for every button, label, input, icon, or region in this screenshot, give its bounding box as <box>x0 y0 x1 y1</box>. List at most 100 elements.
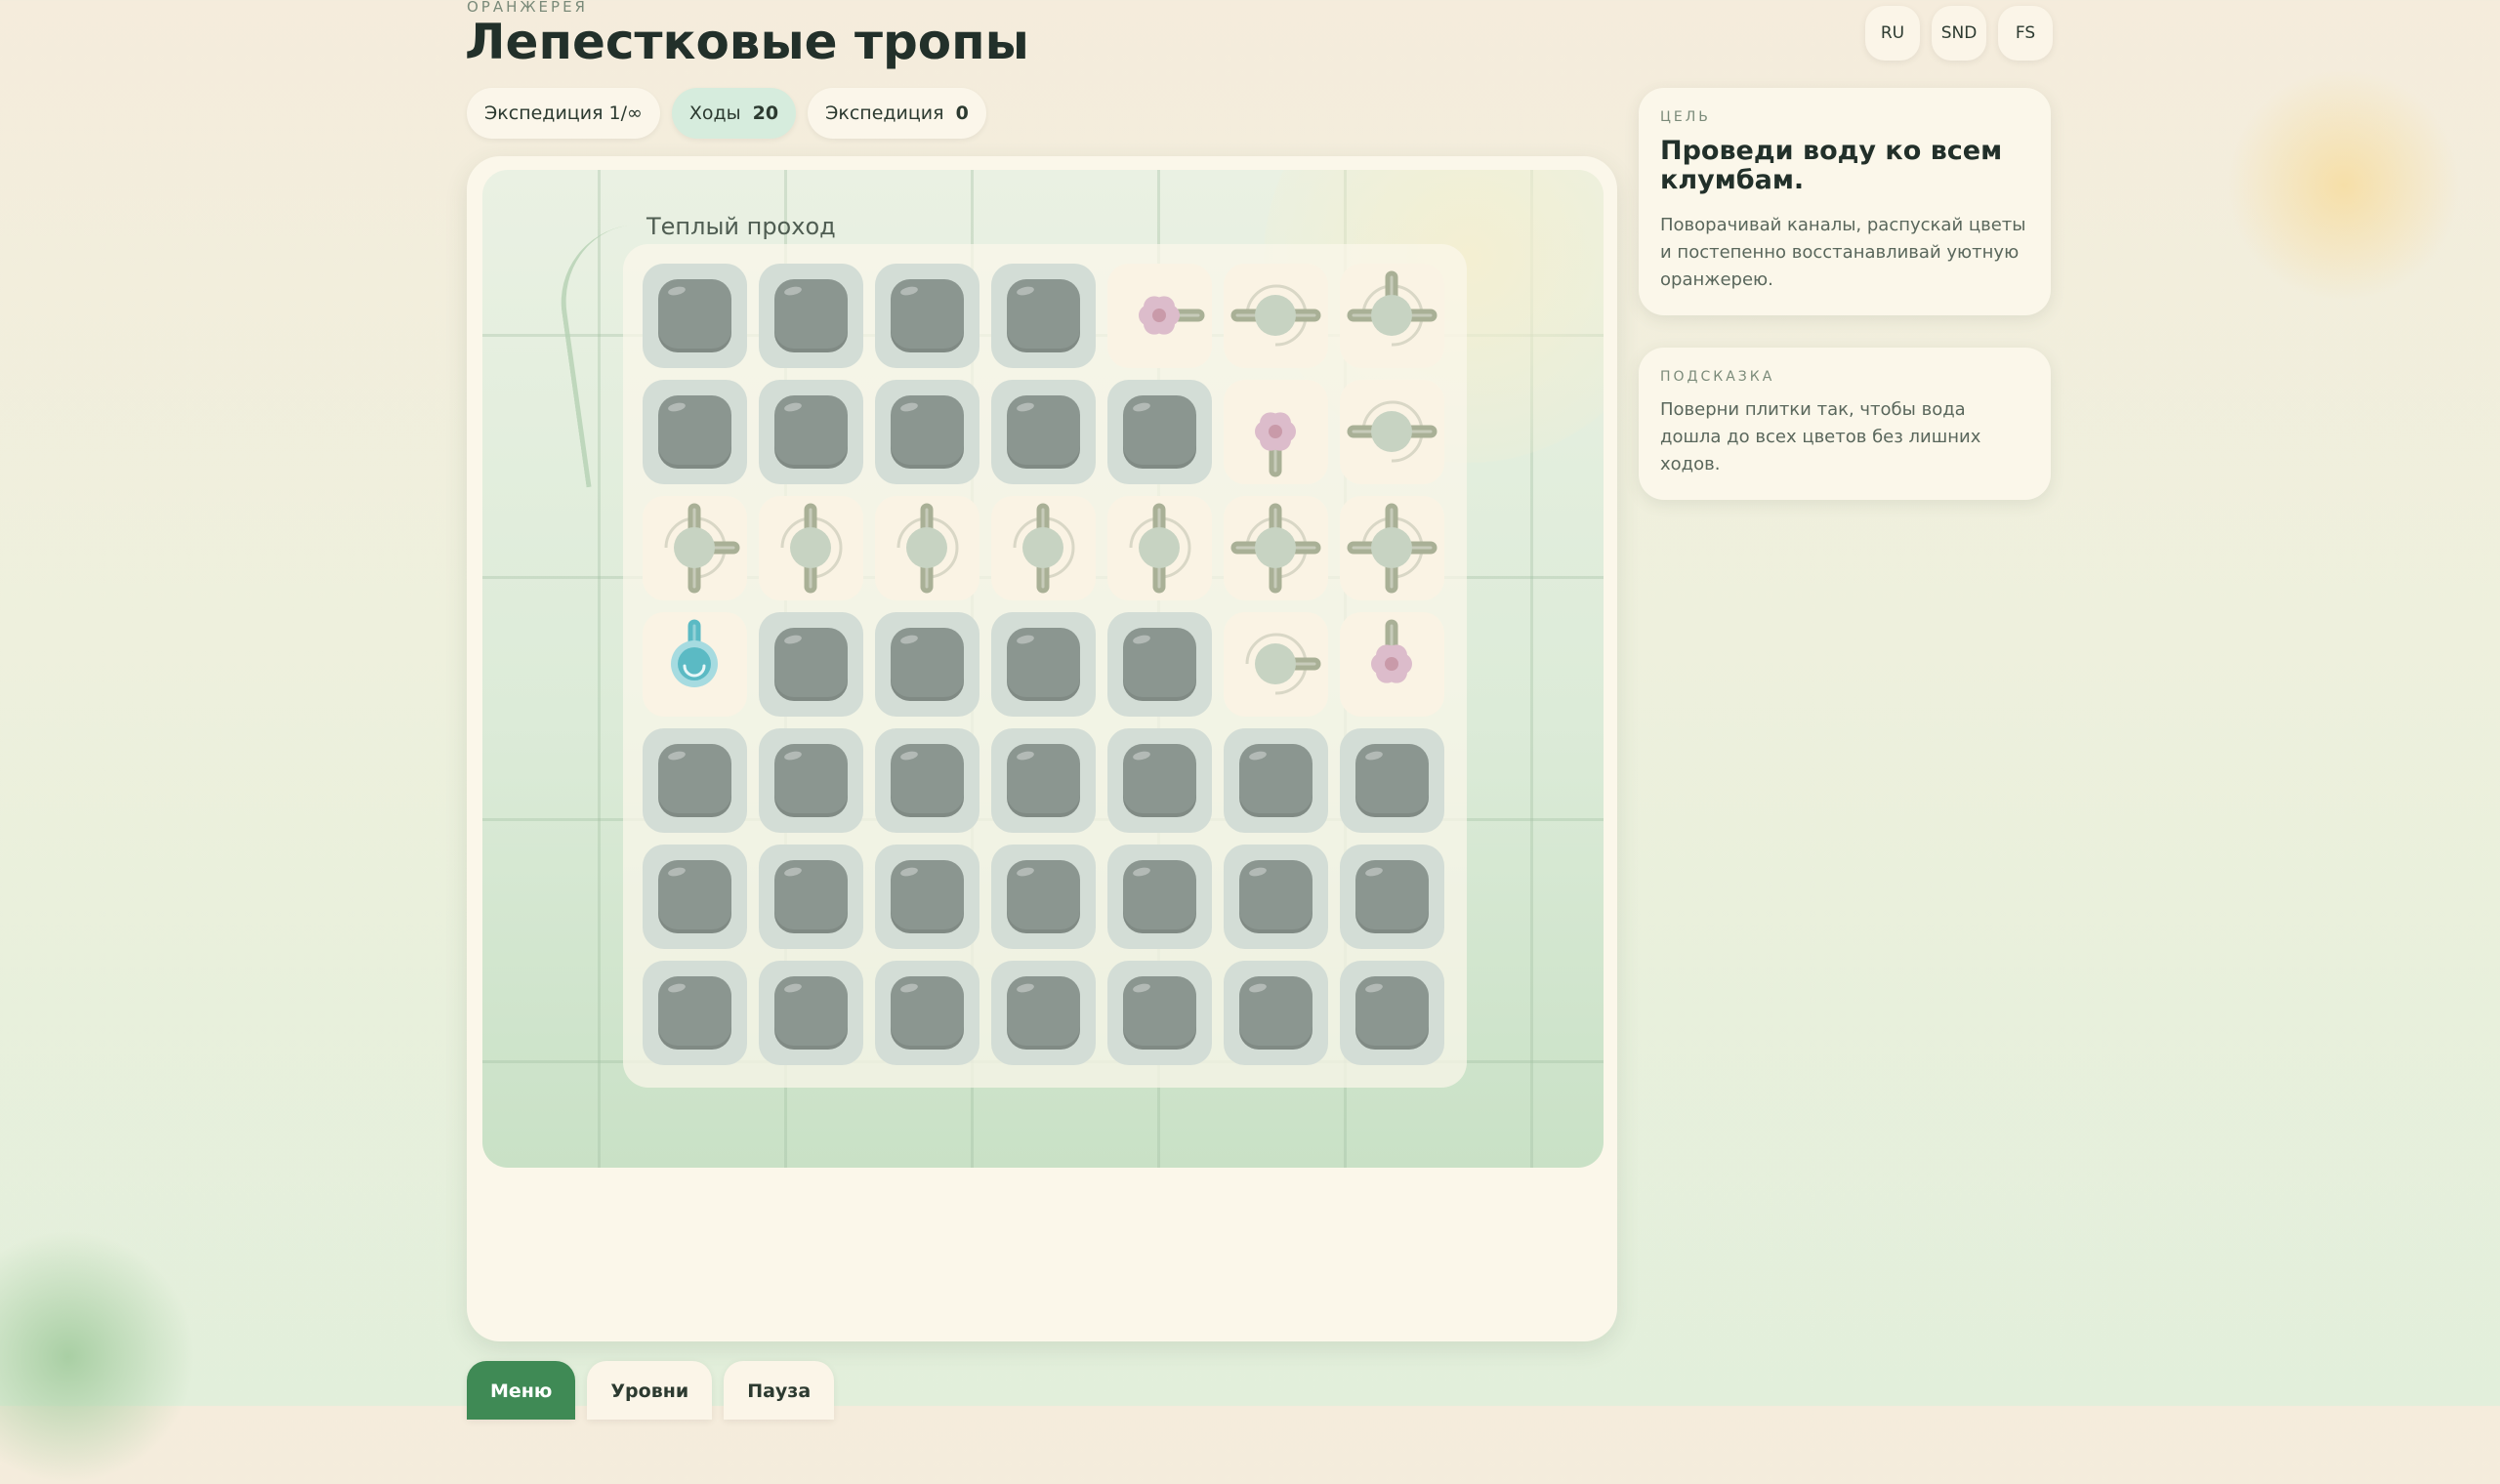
pipe-icon <box>896 503 959 594</box>
rock-tile <box>759 961 863 1065</box>
rock-tile <box>1224 961 1328 1065</box>
rock-tile <box>1107 961 1212 1065</box>
pipe-tile[interactable] <box>759 496 863 600</box>
pipe-hub <box>1371 295 1412 336</box>
rock-tile <box>875 612 979 717</box>
sound-button[interactable]: SND <box>1932 6 1986 61</box>
pipe-icon <box>664 503 740 594</box>
rock-tile <box>759 845 863 949</box>
stone-block <box>774 395 848 469</box>
stone-block <box>891 395 964 469</box>
rock-tile <box>1107 845 1212 949</box>
rock-tile <box>1224 728 1328 833</box>
goal-card: ЦЕЛЬ Проведи воду ко всем клумбам. Повор… <box>1639 88 2051 316</box>
stone-block <box>774 628 848 701</box>
rock-tile <box>991 728 1096 833</box>
pipe-icon <box>1347 270 1438 347</box>
board-card: Теплый проход <box>467 156 1617 1341</box>
tile-grid-plate <box>623 244 1467 1088</box>
pipe-hub <box>1022 527 1063 568</box>
rock-tile <box>1340 845 1444 949</box>
stone-block <box>1239 860 1312 933</box>
pipe-tile[interactable] <box>1340 496 1444 600</box>
expedition-label: Экспедиция 1/∞ <box>484 103 643 124</box>
tile-grid <box>643 264 1444 1065</box>
language-button[interactable]: RU <box>1865 6 1920 61</box>
sun-glow-decoration <box>2227 68 2461 303</box>
stone-block <box>1355 860 1429 933</box>
stone-block <box>1007 860 1080 933</box>
top-controls: RU SND FS <box>1865 6 2053 61</box>
stone-block <box>774 279 848 352</box>
stone-block <box>658 976 731 1050</box>
fullscreen-button[interactable]: FS <box>1998 6 2053 61</box>
pipe-tile[interactable] <box>991 496 1096 600</box>
water-source-tile[interactable] <box>643 612 747 717</box>
expedition-score-value: 0 <box>955 103 969 124</box>
rock-tile <box>991 380 1096 484</box>
stone-block <box>1007 744 1080 817</box>
pipe-tile[interactable] <box>875 496 979 600</box>
rock-tile <box>875 845 979 949</box>
pipe-icon <box>1230 284 1321 347</box>
stone-block <box>1123 976 1196 1050</box>
flower-tile[interactable] <box>1107 264 1212 368</box>
pause-button[interactable]: Пауза <box>724 1361 835 1420</box>
menu-button[interactable]: Меню <box>467 1361 576 1420</box>
pipe-tile[interactable] <box>1340 264 1444 368</box>
rock-tile <box>1340 961 1444 1065</box>
goal-heading: Проведи воду ко всем клумбам. <box>1660 136 2003 195</box>
pipe-icon <box>1347 503 1438 594</box>
stone-block <box>658 744 731 817</box>
flower-tile[interactable] <box>1340 612 1444 717</box>
pipe-tile[interactable] <box>1224 612 1328 717</box>
stats-bar: Экспедиция 1/∞ Ходы 20 Экспедиция 0 <box>467 88 986 139</box>
stone-block <box>658 395 731 469</box>
moves-value: 20 <box>752 103 779 124</box>
stone-block <box>1007 976 1080 1050</box>
pipe-icon <box>1013 503 1075 594</box>
rock-tile <box>1107 612 1212 717</box>
pipe-icon <box>1347 400 1438 463</box>
hint-card: ПОДСКАЗКА Поверни плитки так, чтобы вода… <box>1639 348 2051 500</box>
rock-tile <box>991 961 1096 1065</box>
stone-block <box>1355 976 1429 1050</box>
pipe-tile[interactable] <box>1107 496 1212 600</box>
flower-center <box>1152 309 1166 322</box>
rock-tile <box>875 728 979 833</box>
hint-text: Поверни плитки так, чтобы вода дошла до … <box>1660 399 1981 474</box>
stone-block <box>1239 744 1312 817</box>
pipe-hub <box>1371 527 1412 568</box>
rock-tile <box>759 612 863 717</box>
stone-block <box>891 628 964 701</box>
pipe-tile[interactable] <box>1224 496 1328 600</box>
levels-button[interactable]: Уровни <box>587 1361 713 1420</box>
rock-tile <box>875 380 979 484</box>
stone-block <box>658 279 731 352</box>
stone-block <box>658 860 731 933</box>
expedition-score-label: Экспедиция <box>825 103 944 124</box>
pipe-icon <box>1129 503 1191 594</box>
goal-label: ЦЕЛЬ <box>1660 109 1711 125</box>
flower-tile[interactable] <box>1224 380 1328 484</box>
game-board: Теплый проход <box>482 170 1604 1168</box>
stone-block <box>891 976 964 1050</box>
pipe-tile[interactable] <box>643 496 747 600</box>
rock-tile <box>875 264 979 368</box>
bottom-tabs: Меню Уровни Пауза <box>467 1361 835 1420</box>
flower-icon <box>1371 619 1412 683</box>
water-source-icon <box>671 619 718 687</box>
rock-tile <box>1107 380 1212 484</box>
pipe-hub <box>906 527 947 568</box>
moves-chip: Ходы 20 <box>671 88 797 139</box>
stone-block <box>891 279 964 352</box>
stone-block <box>1007 395 1080 469</box>
level-name: Теплый проход <box>646 213 836 240</box>
rock-tile <box>991 612 1096 717</box>
expedition-score-chip: Экспедиция 0 <box>808 88 986 139</box>
pipe-tile[interactable] <box>1340 380 1444 484</box>
pipe-tile[interactable] <box>1224 264 1328 368</box>
flower-icon <box>1139 296 1205 335</box>
rock-tile <box>759 380 863 484</box>
rock-tile <box>759 264 863 368</box>
